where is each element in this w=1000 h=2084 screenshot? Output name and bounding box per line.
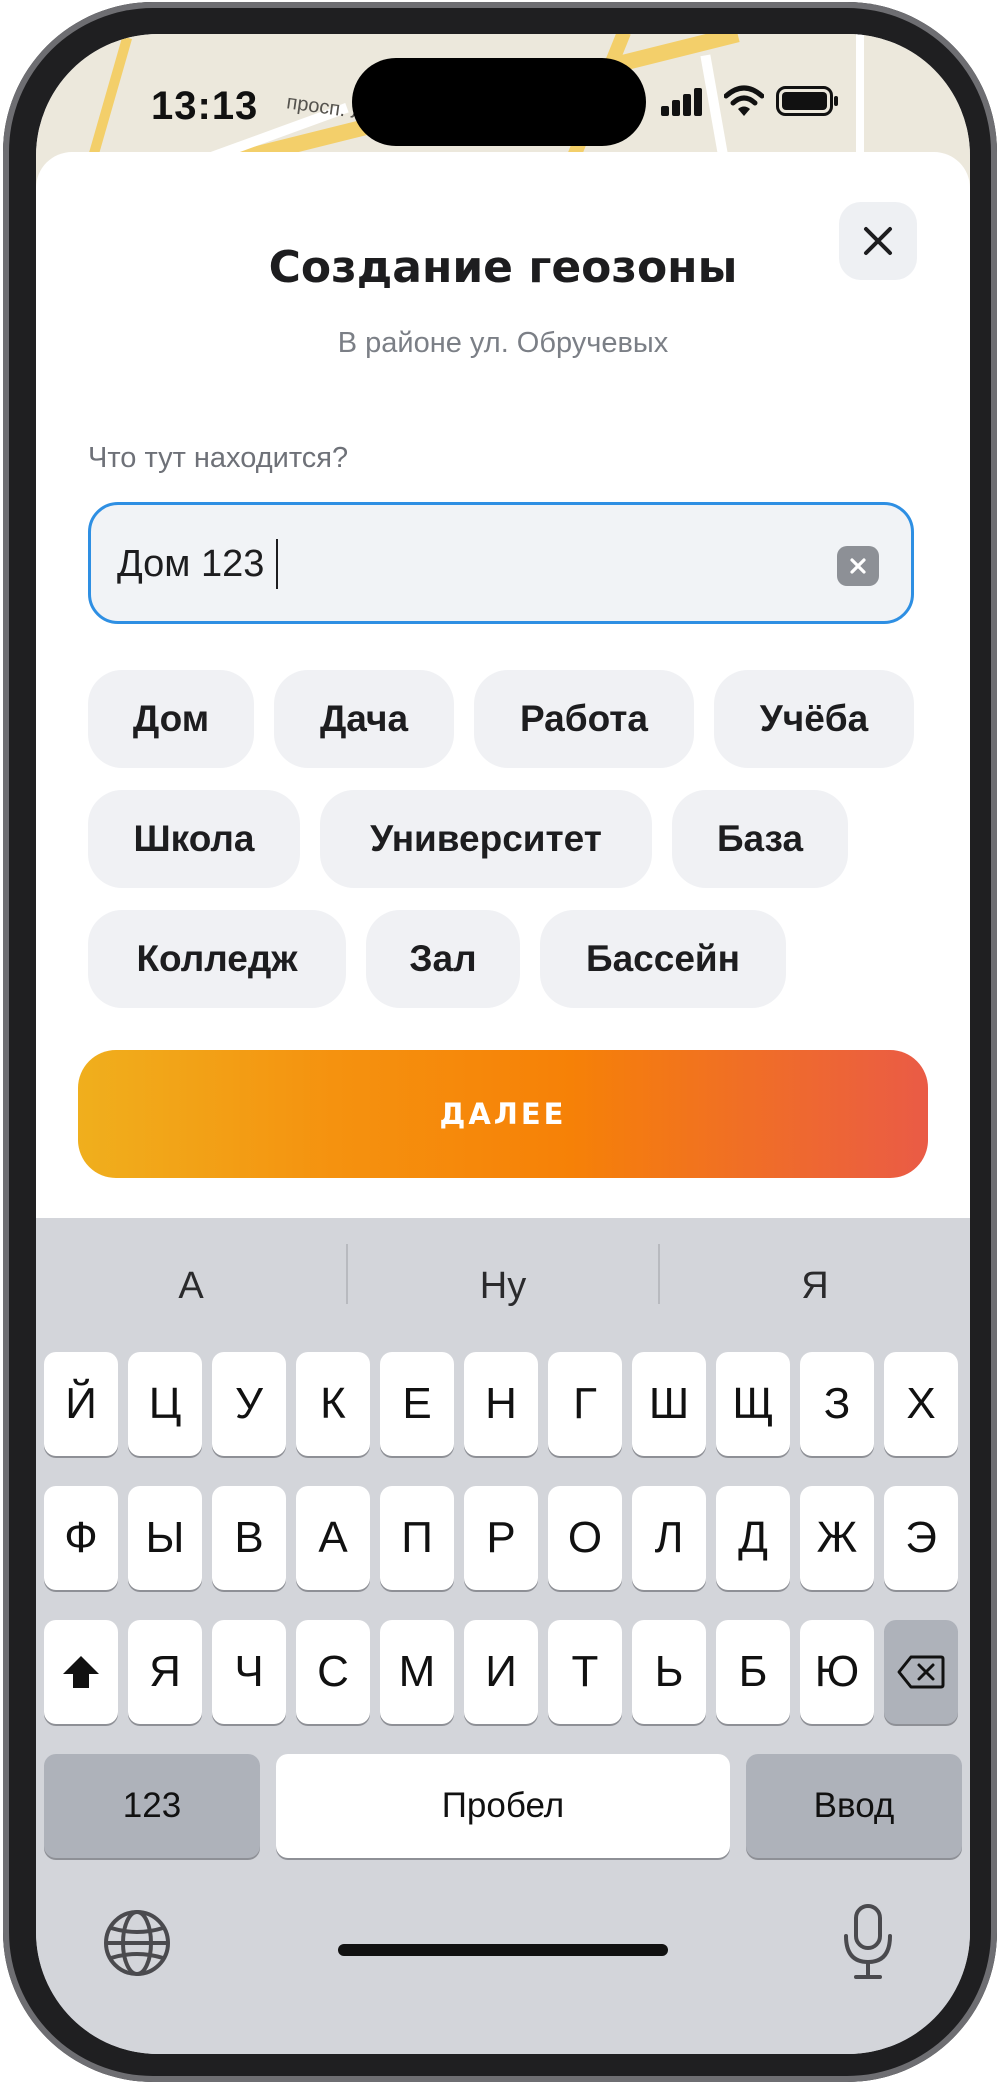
suggestion-2[interactable]: Ну bbox=[348, 1246, 658, 1326]
chip-kolledzh[interactable]: Колледж bbox=[88, 910, 346, 1008]
backspace-icon bbox=[897, 1655, 945, 1689]
key-row2[interactable]: Ы bbox=[128, 1486, 202, 1590]
space-key[interactable]: Пробел bbox=[276, 1754, 730, 1858]
chip-basseyn[interactable]: Бассейн bbox=[540, 910, 786, 1008]
numbers-key[interactable]: 123 bbox=[44, 1754, 260, 1858]
chip-shkola[interactable]: Школа bbox=[88, 790, 300, 888]
key-row2[interactable]: Р bbox=[464, 1486, 538, 1590]
create-geozone-sheet: Создание геозоны В районе ул. Обручевых … bbox=[36, 152, 970, 1218]
shift-icon bbox=[63, 1656, 99, 1688]
key-row1[interactable]: Х bbox=[884, 1352, 958, 1456]
key-row3[interactable]: Я bbox=[128, 1620, 202, 1724]
place-field-label: Что тут находится? bbox=[88, 442, 349, 474]
battery-icon bbox=[776, 86, 838, 116]
key-row2[interactable]: Э bbox=[884, 1486, 958, 1590]
key-row3[interactable]: М bbox=[380, 1620, 454, 1724]
key-row1[interactable]: Н bbox=[464, 1352, 538, 1456]
signal-icon bbox=[661, 88, 705, 116]
microphone-icon[interactable] bbox=[840, 1902, 896, 1982]
suggestion-3[interactable]: Я bbox=[660, 1246, 970, 1326]
keyboard: А Ну Я Й Ц У К Е Н Г Ш Щ З Х Ф Ы В А П Р… bbox=[36, 1218, 970, 2054]
key-row2[interactable]: В bbox=[212, 1486, 286, 1590]
sheet-title: Создание геозоны bbox=[268, 242, 738, 293]
key-row3[interactable]: И bbox=[464, 1620, 538, 1724]
chip-dom[interactable]: Дом bbox=[88, 670, 254, 768]
phone-frame: просп. Лунач. 13:13 Создание геозоны В р… bbox=[3, 2, 997, 2082]
chip-rabota[interactable]: Работа bbox=[474, 670, 694, 768]
shift-key[interactable] bbox=[44, 1620, 118, 1724]
status-time: 13:13 bbox=[151, 84, 259, 128]
key-row2[interactable]: Л bbox=[632, 1486, 706, 1590]
return-key[interactable]: Ввод bbox=[746, 1754, 962, 1858]
clear-input-button[interactable] bbox=[837, 546, 879, 586]
key-row3[interactable]: Т bbox=[548, 1620, 622, 1724]
key-row1[interactable]: Й bbox=[44, 1352, 118, 1456]
screen: просп. Лунач. 13:13 Создание геозоны В р… bbox=[36, 34, 970, 2054]
close-icon bbox=[864, 227, 892, 255]
key-row2[interactable]: О bbox=[548, 1486, 622, 1590]
key-row2[interactable]: Ж bbox=[800, 1486, 874, 1590]
dynamic-island bbox=[352, 58, 646, 146]
suggestion-1[interactable]: А bbox=[36, 1246, 346, 1326]
key-row3[interactable]: Ч bbox=[212, 1620, 286, 1724]
backspace-key[interactable] bbox=[884, 1620, 958, 1724]
chip-zal[interactable]: Зал bbox=[366, 910, 520, 1008]
key-row1[interactable]: Е bbox=[380, 1352, 454, 1456]
clear-icon bbox=[850, 558, 866, 574]
key-row2[interactable]: Д bbox=[716, 1486, 790, 1590]
chip-baza[interactable]: База bbox=[672, 790, 848, 888]
key-row3[interactable]: Ю bbox=[800, 1620, 874, 1724]
key-row3[interactable]: С bbox=[296, 1620, 370, 1724]
key-row1[interactable]: Ц bbox=[128, 1352, 202, 1456]
next-button[interactable]: ДАЛЕЕ bbox=[78, 1050, 928, 1178]
place-name-input[interactable]: Дом 123 bbox=[88, 502, 914, 624]
sheet-subtitle: В районе ул. Обручевых bbox=[337, 327, 669, 359]
key-row3[interactable]: Ь bbox=[632, 1620, 706, 1724]
key-row2[interactable]: П bbox=[380, 1486, 454, 1590]
close-button[interactable] bbox=[839, 202, 917, 280]
place-name-input-value: Дом 123 bbox=[117, 543, 265, 585]
text-caret bbox=[276, 539, 278, 589]
home-indicator[interactable] bbox=[338, 1944, 668, 1956]
key-row1[interactable]: Щ bbox=[716, 1352, 790, 1456]
chip-dacha[interactable]: Дача bbox=[274, 670, 454, 768]
key-row1[interactable]: К bbox=[296, 1352, 370, 1456]
key-row1[interactable]: Ш bbox=[632, 1352, 706, 1456]
chip-universitet[interactable]: Университет bbox=[320, 790, 652, 888]
key-row1[interactable]: Г bbox=[548, 1352, 622, 1456]
wifi-icon bbox=[724, 85, 764, 116]
key-row1[interactable]: З bbox=[800, 1352, 874, 1456]
key-row3[interactable]: Б bbox=[716, 1620, 790, 1724]
key-row2[interactable]: А bbox=[296, 1486, 370, 1590]
key-row2[interactable]: Ф bbox=[44, 1486, 118, 1590]
chip-ucheba[interactable]: Учёба bbox=[714, 670, 914, 768]
globe-icon[interactable] bbox=[102, 1908, 172, 1978]
key-row1[interactable]: У bbox=[212, 1352, 286, 1456]
